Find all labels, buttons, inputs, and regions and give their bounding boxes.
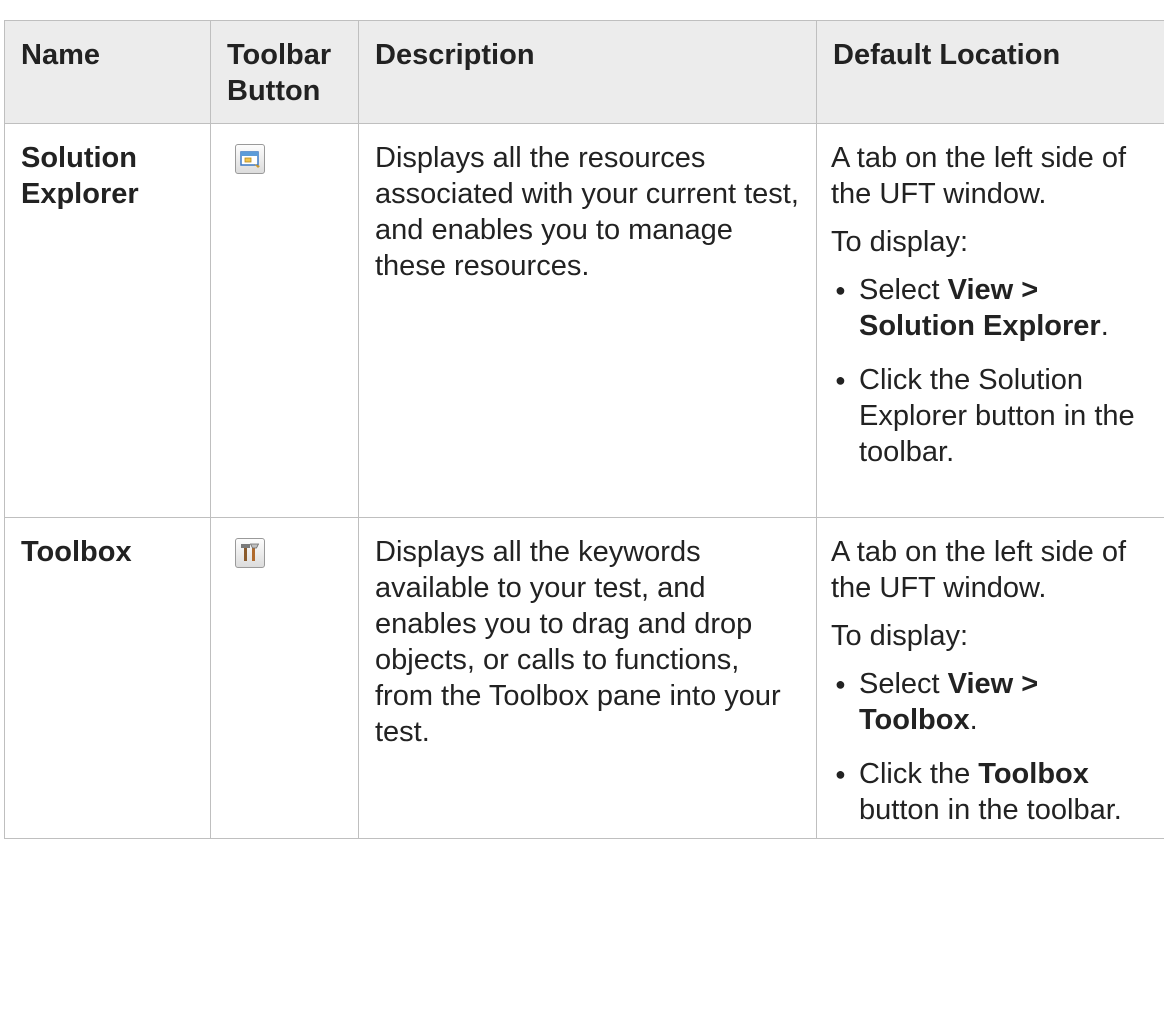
step-text: Select [859, 274, 948, 306]
bullet-icon: ● [835, 764, 846, 784]
step-text: Click the Solution Explorer button in th… [859, 364, 1135, 468]
bullet-icon: ● [835, 370, 846, 390]
list-item: ● Select View > Toolbox. [831, 666, 1154, 738]
button-name: Toolbox [978, 758, 1089, 790]
to-display-label: To display: [831, 226, 969, 258]
row-toolbar-button-cell [210, 123, 359, 518]
row-default-location: A tab on the left side of the UFT window… [816, 123, 1164, 518]
table-row-solution-explorer: Solution Explorer Displays all the resou… [4, 123, 1164, 518]
header-default-location: Default Location [816, 20, 1164, 124]
row-name: Solution Explorer [4, 123, 211, 518]
list-item: ● Click the Solution Explorer button in … [831, 362, 1154, 470]
step-text-suffix: button in the toolbar. [859, 794, 1122, 826]
toolbar-panes-table: Name Toolbar Button Description Default … [4, 20, 1164, 839]
location-intro: A tab on the left side of the UFT window… [831, 536, 1127, 604]
display-steps-list: ● Select View > Solution Explorer. ● Cli… [831, 272, 1154, 470]
header-description: Description [358, 20, 817, 124]
row-name: Toolbox [4, 517, 211, 839]
list-item: ● Select View > Solution Explorer. [831, 272, 1154, 344]
header-toolbar-button: Toolbar Button [210, 20, 359, 124]
to-display-label: To display: [831, 620, 969, 652]
row-toolbar-button-cell [210, 517, 359, 839]
display-steps-list: ● Select View > Toolbox. ● Click the Too… [831, 666, 1154, 828]
solution-explorer-icon [235, 144, 265, 174]
header-name: Name [4, 20, 211, 124]
table-header-row: Name Toolbar Button Description Default … [4, 20, 1164, 124]
step-text-suffix: . [969, 704, 978, 736]
table-row-toolbox: Toolbox Displays all the keywords availa… [4, 517, 1164, 839]
bullet-icon: ● [835, 674, 846, 694]
step-text: Select [859, 668, 948, 700]
list-item: ● Click the Toolbox button in the toolba… [831, 756, 1154, 828]
toolbox-icon [235, 538, 265, 568]
row-description: Displays all the resources associated wi… [358, 123, 817, 518]
bullet-icon: ● [835, 280, 846, 300]
step-text-suffix: . [1100, 310, 1109, 342]
step-text: Click the [859, 758, 979, 790]
location-intro: A tab on the left side of the UFT window… [831, 142, 1127, 210]
row-default-location: A tab on the left side of the UFT window… [816, 517, 1164, 839]
row-description: Displays all the keywords available to y… [358, 517, 817, 839]
